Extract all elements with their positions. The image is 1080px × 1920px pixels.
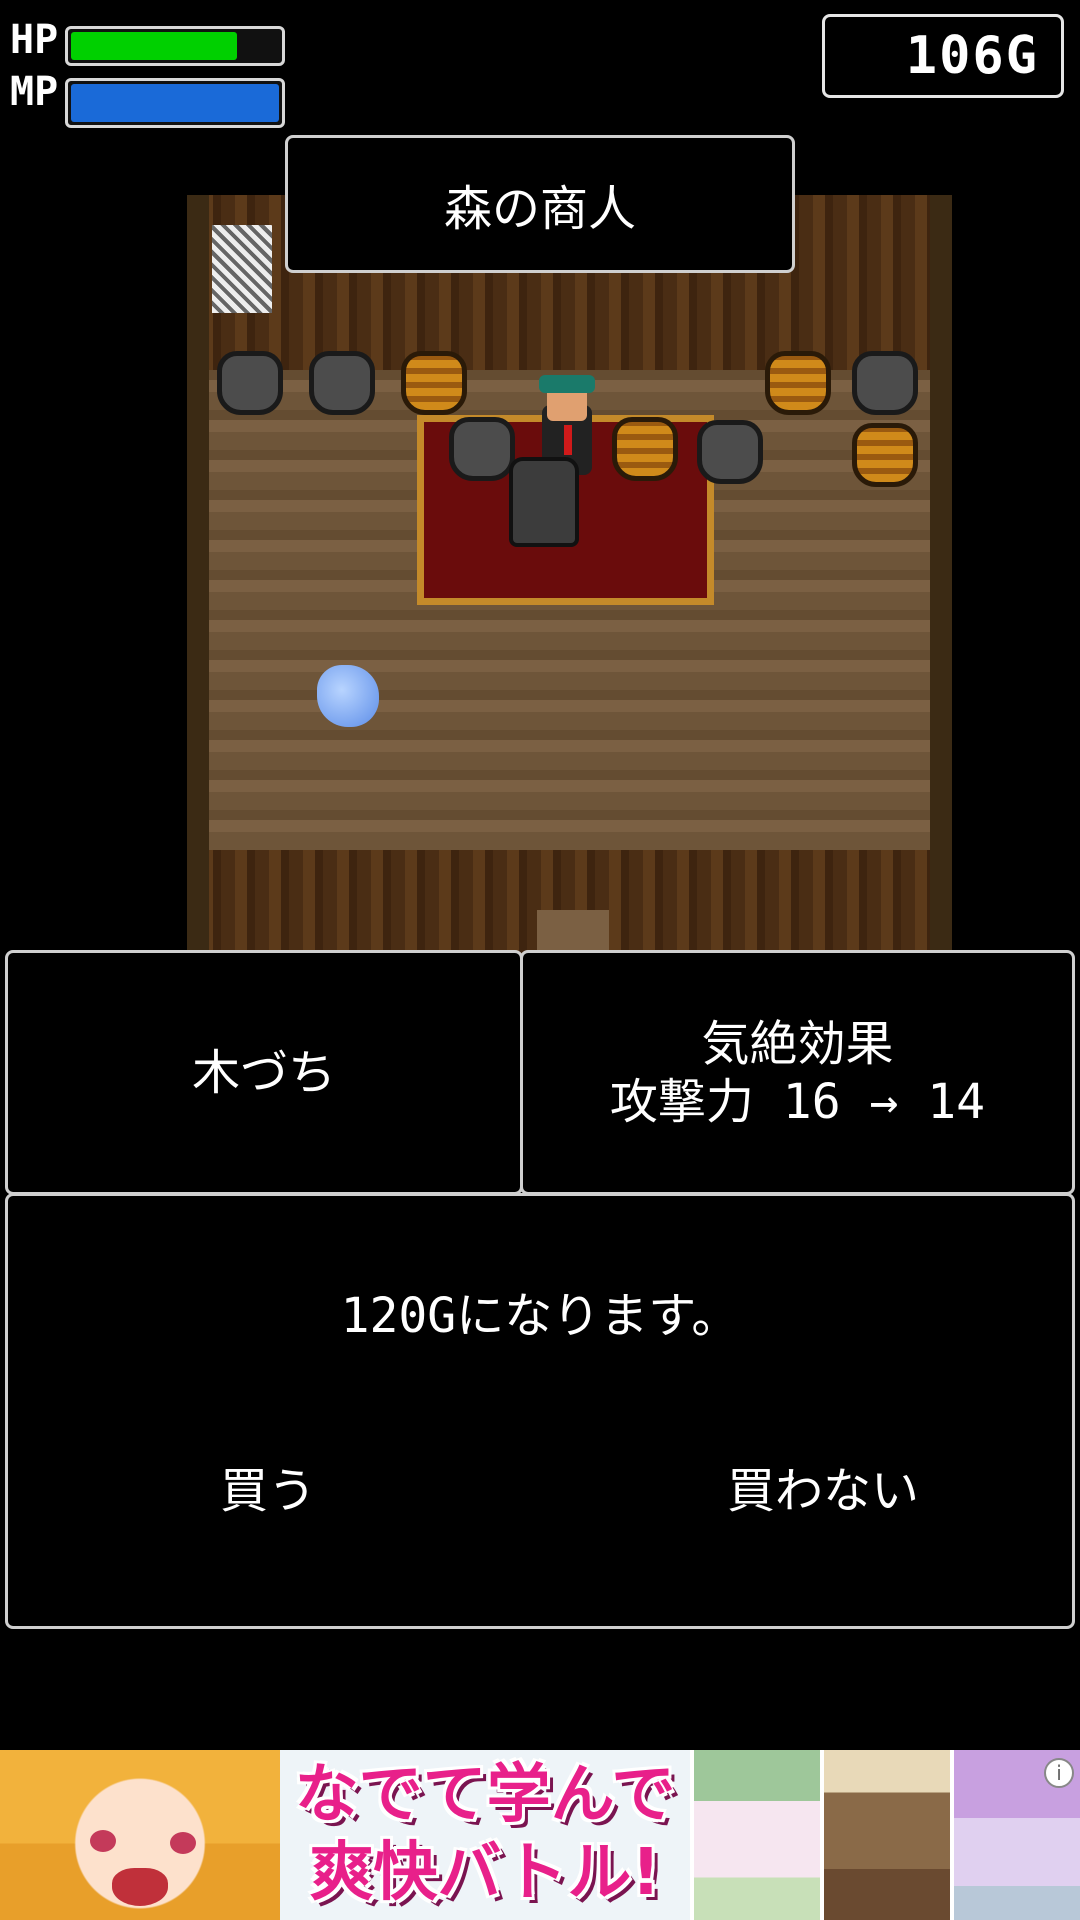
ad-headline-panel: なでて学んで 爽快バトル! xyxy=(280,1750,690,1920)
location-name: 森の商人 xyxy=(443,181,636,237)
mp-label: MP xyxy=(10,69,59,115)
wall-right xyxy=(930,195,952,955)
pot-icon xyxy=(449,417,515,481)
ad-headline-1: なでて学んで xyxy=(294,1758,676,1832)
notice-board-icon xyxy=(212,225,272,313)
ad-character-mouth xyxy=(112,1868,168,1906)
pot-icon xyxy=(852,351,918,415)
ad-character-image xyxy=(0,1750,280,1920)
slime-icon xyxy=(317,665,379,727)
price-message: 120Gになります。 xyxy=(340,1288,740,1344)
ad-banner[interactable]: なでて学んで 爽快バトル! i xyxy=(0,1750,1080,1920)
hp-bar-fill xyxy=(71,32,238,60)
pot-icon xyxy=(401,351,467,415)
pot-icon xyxy=(697,420,763,484)
gold-counter: 106G xyxy=(822,14,1064,98)
shop-map xyxy=(187,195,952,955)
merchant-tie xyxy=(564,425,572,455)
info-icon[interactable]: i xyxy=(1044,1758,1074,1788)
ad-screenshot-1 xyxy=(690,1750,820,1920)
hp-bar xyxy=(65,26,285,66)
ad-screenshot-2 xyxy=(820,1750,950,1920)
pot-icon xyxy=(309,351,375,415)
buy-label: 買う xyxy=(219,1463,316,1519)
ad-headline-2: 爽快バトル! xyxy=(309,1836,661,1910)
item-stat-change: 攻撃力 16 → 14 xyxy=(609,1073,986,1130)
item-effect-window: 気絶効果 攻撃力 16 → 14 xyxy=(520,950,1075,1195)
ad-character-eye xyxy=(90,1830,116,1852)
pot-icon xyxy=(765,351,831,415)
buy-button[interactable]: 買う xyxy=(148,1436,388,1536)
location-window: 森の商人 xyxy=(285,135,795,273)
pot-icon xyxy=(217,351,283,415)
price-message-row: 120Gになります。 xyxy=(8,1271,1072,1351)
item-name-window: 木づち xyxy=(5,950,523,1195)
item-name: 木づち xyxy=(191,1044,336,1101)
wall-left xyxy=(187,195,209,955)
pot-icon xyxy=(612,417,678,481)
decline-button[interactable]: 買わない xyxy=(688,1436,958,1536)
player-character xyxy=(509,457,579,547)
ad-character-eye xyxy=(170,1832,196,1854)
purchase-dialog: 120Gになります。 買う 買わない xyxy=(5,1193,1075,1629)
merchant-hat xyxy=(539,375,595,393)
mp-bar-fill xyxy=(71,84,279,122)
decline-label: 買わない xyxy=(726,1463,919,1519)
mp-bar xyxy=(65,78,285,128)
doorway xyxy=(537,910,609,955)
hp-label: HP xyxy=(10,17,59,63)
pot-icon xyxy=(852,423,918,487)
item-effect: 気絶効果 xyxy=(701,1015,894,1072)
